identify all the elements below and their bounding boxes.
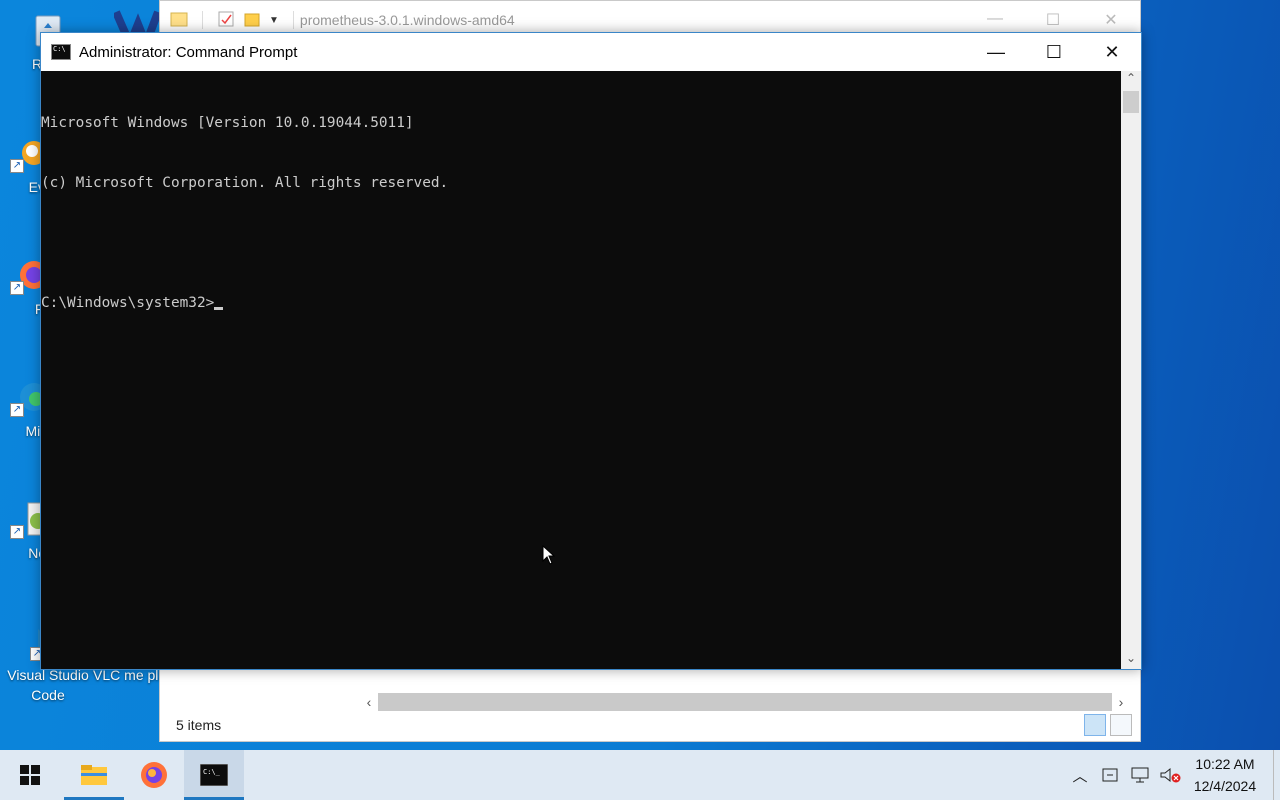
clock-date: 12/4/2024 [1193, 778, 1257, 794]
shortcut-arrow-icon: ↗ [10, 159, 24, 173]
scrollbar-thumb[interactable] [378, 693, 1112, 711]
scroll-down-icon[interactable]: ⌄ [1121, 651, 1141, 669]
toolbar-divider [292, 11, 294, 29]
chevron-up-icon[interactable]: ︿ [1065, 750, 1095, 800]
firefox-icon [141, 762, 167, 788]
qat-dropdown-icon[interactable]: ▼ [269, 15, 279, 26]
shortcut-arrow-icon: ↗ [10, 525, 24, 539]
system-tray: ︿ 10:22 AM 12/4/2024 [1065, 750, 1280, 800]
console-prompt-line[interactable]: C:\Windows\system32> [41, 293, 1121, 313]
scrollbar-thumb[interactable] [1123, 91, 1139, 113]
shortcut-arrow-icon: ↗ [10, 281, 24, 295]
close-button[interactable]: ✕ [1083, 33, 1141, 71]
new-folder-icon[interactable] [243, 10, 261, 31]
security-center-icon[interactable] [1095, 750, 1125, 800]
console-line: Microsoft Windows [Version 10.0.19044.50… [41, 115, 414, 131]
scroll-right-icon[interactable]: › [1112, 694, 1130, 710]
minimize-button[interactable]: — [966, 10, 1024, 30]
show-desktop-button[interactable] [1273, 750, 1280, 800]
taskbar-firefox[interactable] [124, 750, 184, 800]
desktop-icon-label: Visual Studio Code [7, 667, 89, 703]
cmd-icon [51, 44, 71, 60]
explorer-window-title: prometheus-3.0.1.windows-amd64 [299, 12, 515, 28]
volume-muted-icon[interactable] [1155, 750, 1185, 800]
command-prompt-window[interactable]: Administrator: Command Prompt — ☐ ✕ Micr… [40, 32, 1142, 670]
console-output[interactable]: Microsoft Windows [Version 10.0.19044.50… [41, 71, 1121, 669]
mouse-pointer-icon [542, 544, 556, 565]
close-button[interactable]: ✕ [1082, 10, 1140, 30]
taskbar-file-explorer[interactable] [64, 750, 124, 800]
start-button[interactable] [0, 750, 60, 800]
folder-icon [81, 765, 107, 785]
network-icon[interactable] [1125, 750, 1155, 800]
svg-text:C:\_: C:\_ [203, 768, 221, 776]
cmd-window-controls: — ☐ ✕ [967, 33, 1141, 71]
taskbar-command-prompt[interactable]: C:\_ [184, 750, 244, 800]
text-cursor [214, 307, 224, 310]
cmd-titlebar[interactable]: Administrator: Command Prompt — ☐ ✕ [41, 33, 1141, 71]
cmd-icon: C:\_ [200, 764, 228, 786]
taskbar: C:\_ ︿ 10:22 AM 12/4/2024 [0, 750, 1280, 800]
taskbar-clock[interactable]: 10:22 AM 12/4/2024 [1185, 753, 1265, 797]
status-bar-item-count: 5 items [176, 717, 222, 733]
console-prompt: C:\Windows\system32> [41, 295, 215, 311]
minimize-button[interactable]: — [967, 33, 1025, 71]
maximize-button[interactable]: ☐ [1025, 33, 1083, 71]
scroll-up-icon[interactable]: ⌃ [1121, 71, 1141, 89]
properties-icon[interactable] [217, 10, 235, 31]
cmd-window-title: Administrator: Command Prompt [79, 43, 298, 61]
console-line: (c) Microsoft Corporation. All rights re… [41, 175, 449, 191]
horizontal-scrollbar[interactable]: ‹ › [360, 691, 1130, 713]
quick-access-toolbar: ▼ [160, 10, 300, 31]
maximize-button[interactable]: ☐ [1024, 10, 1082, 30]
view-toggle [1084, 714, 1132, 736]
vertical-scrollbar[interactable]: ⌃ ⌄ [1121, 71, 1141, 669]
details-view-button[interactable] [1084, 714, 1106, 736]
shortcut-arrow-icon: ↗ [10, 403, 24, 417]
toolbar-divider [202, 11, 203, 29]
large-icons-view-button[interactable] [1110, 714, 1132, 736]
folder-icon [170, 10, 188, 31]
scroll-left-icon[interactable]: ‹ [360, 694, 378, 710]
clock-time: 10:22 AM [1195, 756, 1255, 772]
windows-logo-icon [20, 765, 40, 785]
explorer-window-controls: — ☐ ✕ [966, 10, 1140, 30]
